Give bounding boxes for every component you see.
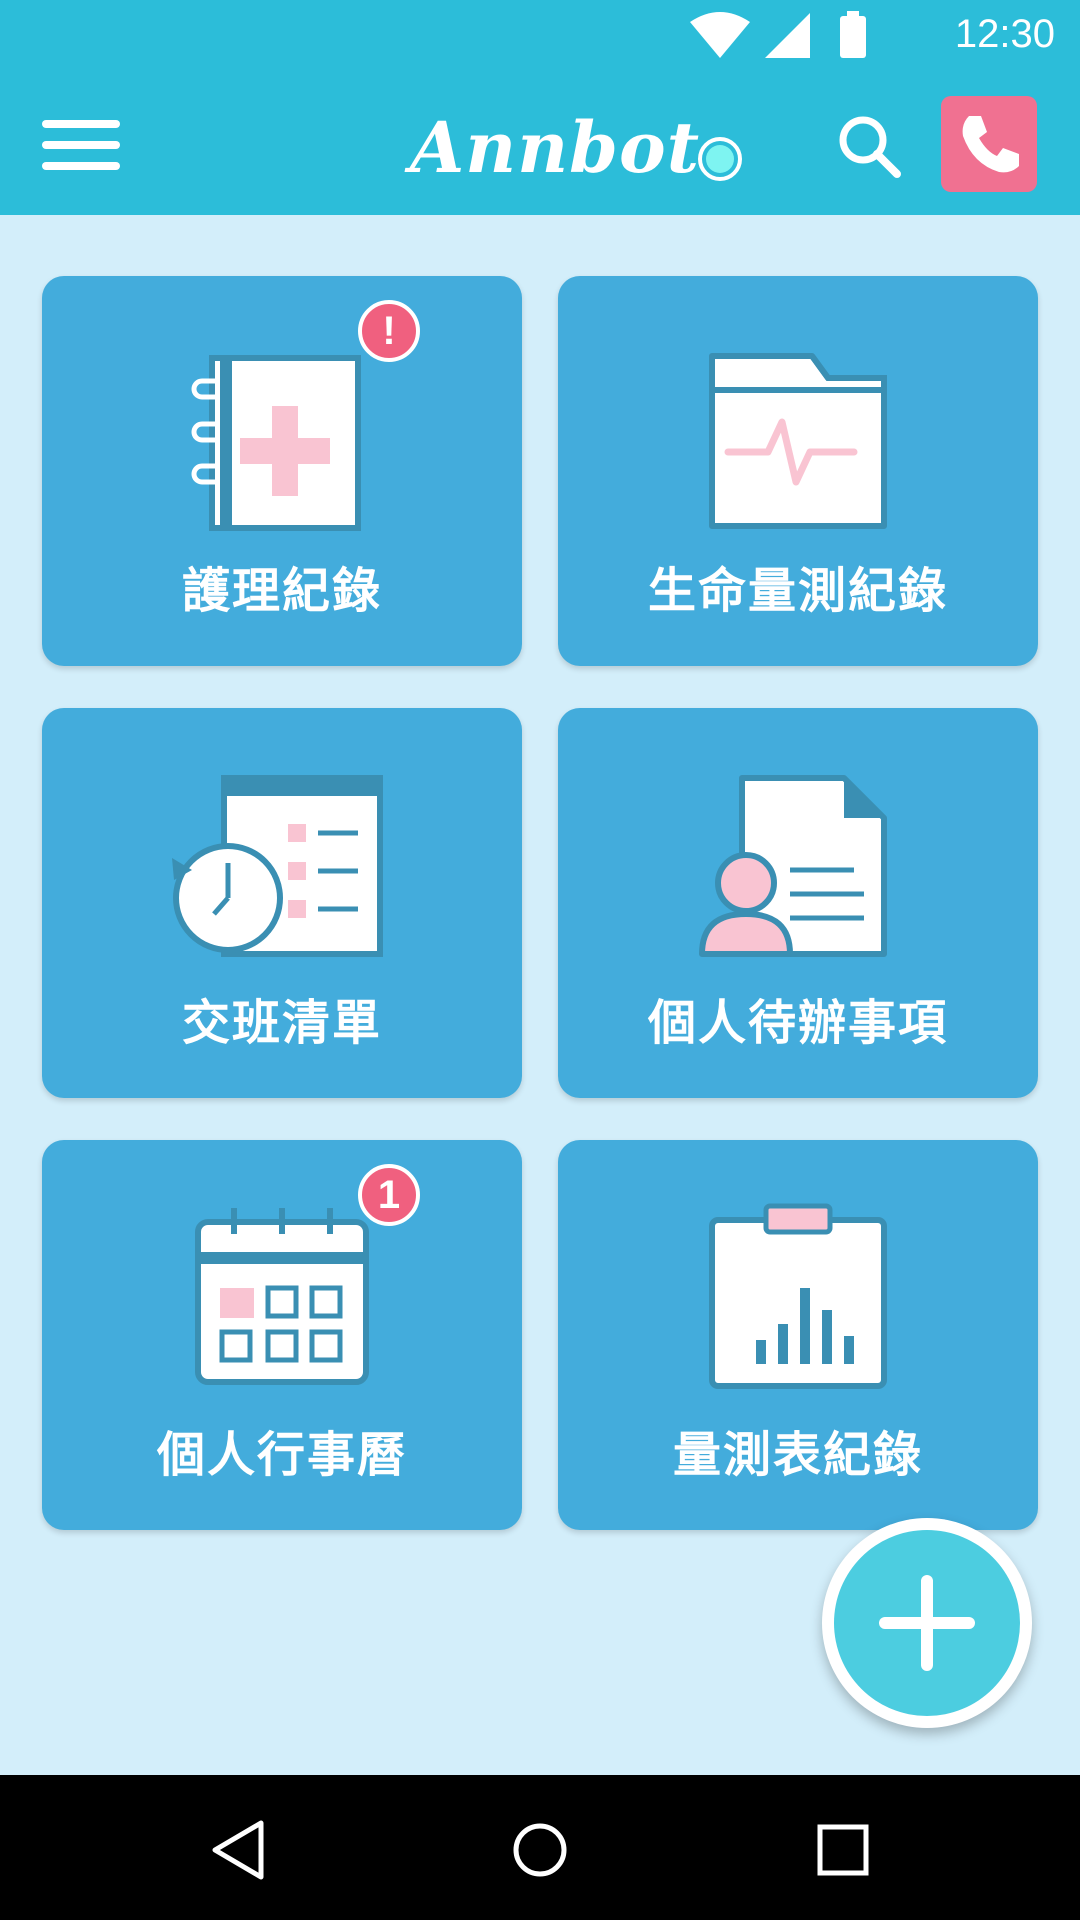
tile-vital-signs-record[interactable]: 生命量測紀錄: [558, 276, 1038, 666]
search-icon[interactable]: [835, 112, 905, 182]
system-nav-bar: [0, 1775, 1080, 1920]
status-bar: 12:30: [0, 0, 1080, 70]
phone-icon: [962, 116, 1019, 173]
home-icon[interactable]: [495, 1805, 585, 1895]
tile-label: 量測表紀錄: [672, 1427, 923, 1483]
alert-badge: !: [358, 300, 420, 362]
tile-label: 個人行事曆: [156, 1427, 407, 1483]
tile-personal-calendar[interactable]: 1 個人行事曆: [42, 1140, 522, 1530]
tile-personal-todo[interactable]: 個人待辦事項: [558, 708, 1038, 1098]
personal-todo-icon: [699, 775, 887, 957]
tile-nursing-record[interactable]: ! 護理紀錄: [42, 276, 522, 666]
brand-logo: Annbot: [410, 106, 701, 189]
status-icons: [690, 11, 866, 58]
recents-icon[interactable]: [798, 1805, 888, 1895]
tile-label: 交班清單: [181, 995, 382, 1051]
plus-icon: [879, 1575, 975, 1671]
shift-handover-list-icon: [172, 775, 383, 957]
tile-label: 護理紀錄: [181, 563, 382, 619]
app-bar: Annbot: [0, 70, 1080, 215]
tile-label: 個人待辦事項: [647, 995, 948, 1051]
wifi-icon: [690, 12, 750, 58]
vital-signs-folder-icon: [709, 353, 887, 529]
hamburger-menu-icon[interactable]: [38, 110, 128, 180]
calendar-icon: [195, 1208, 369, 1385]
notification-count-badge: 1: [358, 1164, 420, 1226]
measurement-chart-icon: [709, 1203, 887, 1389]
tile-measurement-chart-record[interactable]: 量測表紀錄: [558, 1140, 1038, 1530]
connection-status-icon: [698, 137, 742, 181]
cell-signal-icon: [765, 13, 810, 58]
back-icon[interactable]: [195, 1805, 285, 1895]
status-time: 12:30: [954, 12, 1055, 56]
nursing-record-icon: [191, 355, 361, 531]
battery-icon: [840, 11, 866, 58]
brand: Annbot: [410, 98, 770, 198]
call-button[interactable]: [941, 96, 1037, 192]
tile-label: 生命量測紀錄: [647, 563, 948, 619]
tile-shift-handover-list[interactable]: 交班清單: [42, 708, 522, 1098]
add-fab-button[interactable]: [822, 1518, 1032, 1728]
fab-inner: [834, 1530, 1020, 1716]
